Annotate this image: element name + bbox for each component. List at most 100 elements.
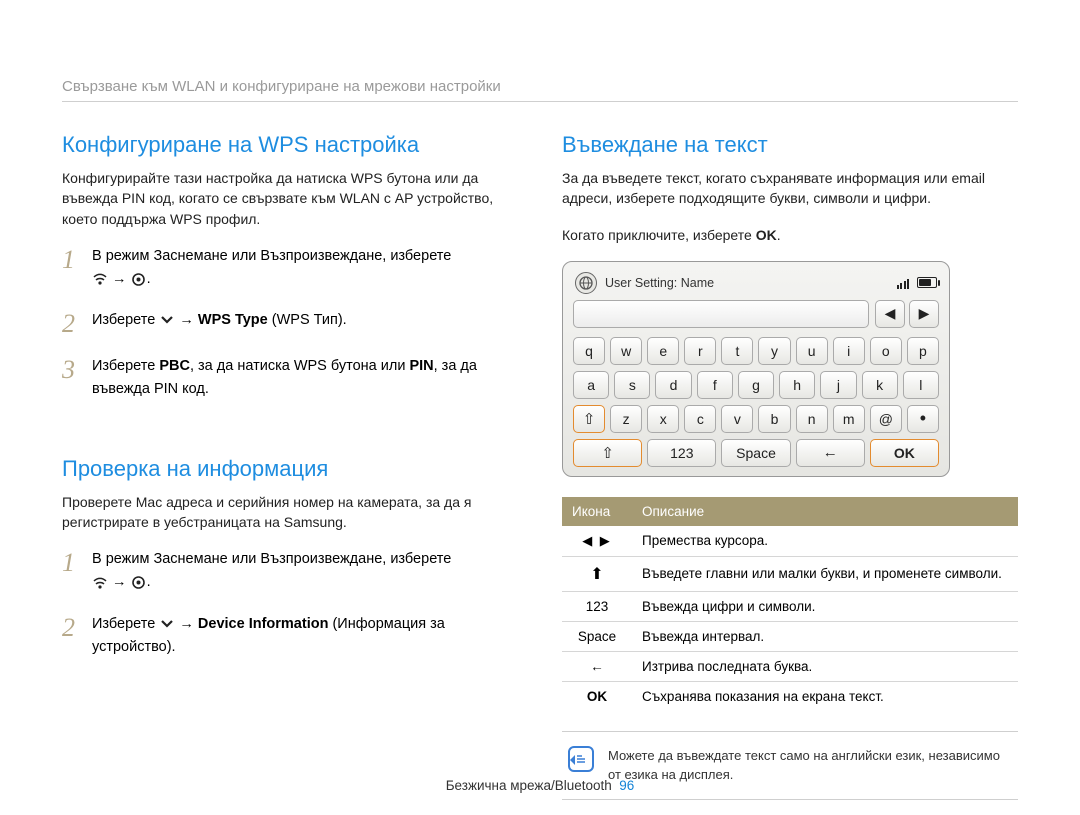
backspace-icon: ← (562, 651, 632, 681)
info-step2: Изберете → Device Information (Информаци… (92, 613, 518, 659)
ok-desc: Съхранява показания на екрана текст. (632, 681, 1018, 711)
keyboard-text-field (573, 300, 869, 328)
left-column: Конфигуриране на WPS настройка Конфигури… (62, 132, 518, 800)
info-section-title: Проверка на информация (62, 456, 518, 482)
space-icon: Space (562, 621, 632, 651)
right-column: Въвеждане на текст За да въведете текст,… (562, 132, 1018, 800)
letter-key-c: c (684, 405, 716, 433)
shift-up-icon: ⬆ (562, 556, 632, 591)
letter-key-n: n (796, 405, 828, 433)
cursor-arrows-icon: ◀ ▶ (562, 526, 632, 557)
dot-key (907, 405, 939, 433)
keyboard-row-3: zxcvbnm@ (569, 402, 943, 436)
letter-key-k: k (862, 371, 898, 399)
letter-key-v: v (721, 405, 753, 433)
letter-key-x: x (647, 405, 679, 433)
letter-key-f: f (697, 371, 733, 399)
arrow-text: → (112, 271, 131, 287)
letter-key-z: z (610, 405, 642, 433)
ok-inline-label: OK (756, 227, 777, 243)
chevron-down-icon (159, 616, 175, 632)
backspace-key (796, 439, 865, 467)
page-number: 96 (619, 778, 634, 793)
letter-key-r: r (684, 337, 716, 365)
backspace-desc: Изтрива последната буква. (632, 651, 1018, 681)
shift-up-icon (583, 410, 596, 428)
letter-key-q: q (573, 337, 605, 365)
shift-key (573, 439, 642, 467)
page-header: Свързване към WLAN и конфигуриране на мр… (62, 78, 1018, 95)
keyboard-row-4: 123 Space OK (569, 436, 943, 470)
header-divider (62, 101, 1018, 102)
wps-step2-text-d: (WPS Тип). (268, 312, 347, 328)
info-section-intro: Проверете Mac адреса и серийния номер на… (62, 492, 518, 533)
t: Когато приключите, изберете (562, 227, 756, 243)
shift-up-icon (601, 444, 614, 462)
table-row: ← Изтрива последната буква. (562, 651, 1018, 681)
cursor-right-key: ▶ (909, 300, 939, 328)
table-header-desc: Описание (632, 497, 1018, 526)
wifi-icon (92, 271, 108, 287)
gear-icon (131, 271, 147, 287)
table-row: 123 Въвежда цифри и символи. (562, 591, 1018, 621)
wps-section-intro: Конфигурирайте тази настройка да натиска… (62, 168, 518, 229)
wps-type-label: WPS Type (198, 312, 268, 328)
info-step1-text: В режим Заснемане или Възпроизвеждане, и… (92, 551, 451, 567)
ok-key: OK (870, 439, 939, 467)
wps-step2-text-a: Изберете (92, 312, 159, 328)
step-number: 3 (62, 355, 82, 401)
device-info-label: Device Information (198, 616, 329, 632)
letter-key-u: u (796, 337, 828, 365)
wps-step1: В режим Заснемане или Възпроизвеждане, и… (92, 245, 518, 291)
space-desc: Въвежда интервал. (632, 621, 1018, 651)
letter-key-j: j (820, 371, 856, 399)
wps-step3: Изберете PBC, за да натиска WPS бутона и… (92, 355, 518, 401)
table-row: Space Въвежда интервал. (562, 621, 1018, 651)
page-footer: Безжична мрежа/Bluetooth 96 (0, 778, 1080, 793)
letter-key-m: m (833, 405, 865, 433)
space-key: Space (721, 439, 790, 467)
letter-key-y: y (758, 337, 790, 365)
letter-key-d: d (655, 371, 691, 399)
table-header-icon: Икона (562, 497, 632, 526)
note-icon (568, 746, 594, 772)
table-row: ◀ ▶ Премества курсора. (562, 526, 1018, 557)
letter-key-l: l (903, 371, 939, 399)
wps-section-title: Конфигуриране на WPS настройка (62, 132, 518, 158)
step-number: 1 (62, 245, 82, 291)
t: . (777, 227, 781, 243)
letter-key-w: w (610, 337, 642, 365)
info-step1: В режим Заснемане или Възпроизвеждане, и… (92, 548, 518, 594)
letter-key-h: h (779, 371, 815, 399)
step-number: 2 (62, 613, 82, 659)
mode-123-icon: 123 (562, 591, 632, 621)
backspace-icon (823, 444, 838, 461)
keyboard-row-2: asdfghjkl (569, 368, 943, 402)
letter-key-o: o (870, 337, 902, 365)
text-entry-title: Въвеждане на текст (562, 132, 1018, 158)
letter-key-t: t (721, 337, 753, 365)
signal-icon (897, 277, 910, 289)
icon-description-table: Икона Описание ◀ ▶ Премества курсора. ⬆ … (562, 497, 1018, 711)
cursor-desc: Премества курсора. (632, 526, 1018, 557)
footer-text: Безжична мрежа/Bluetooth (446, 778, 612, 793)
t: Изберете (92, 358, 159, 374)
step-number: 1 (62, 548, 82, 594)
globe-icon (575, 272, 597, 294)
pin-label: PIN (409, 358, 433, 374)
keyboard-status-bar: User Setting: Name (569, 268, 943, 300)
letter-key-s: s (614, 371, 650, 399)
mode-123-desc: Въвежда цифри и символи. (632, 591, 1018, 621)
table-row: OK Съхранява показания на екрана текст. (562, 681, 1018, 711)
keyboard-figure: User Setting: Name ◀ ▶ qwertyuiop asdfgh… (562, 261, 950, 477)
ok-icon: OK (562, 681, 632, 711)
letter-key-b: b (758, 405, 790, 433)
arrow-text: → (175, 616, 198, 632)
mode-123-key: 123 (647, 439, 716, 467)
letter-key-a: a (573, 371, 609, 399)
step-number: 2 (62, 309, 82, 337)
pbc-label: PBC (159, 358, 190, 374)
letter-key-p: p (907, 337, 939, 365)
shift-desc: Въведете главни или малки букви, и проме… (632, 556, 1018, 591)
shift-key (573, 405, 605, 433)
